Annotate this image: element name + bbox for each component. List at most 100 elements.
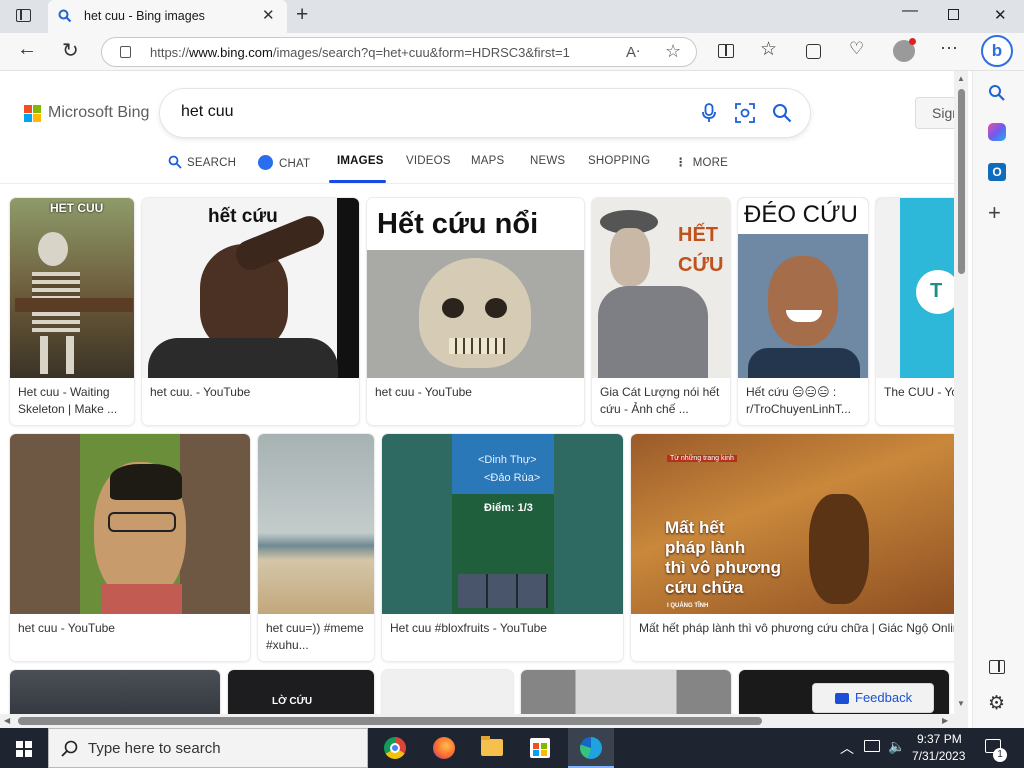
result-thumbnail[interactable]	[521, 670, 731, 714]
result-caption[interactable]: Mất hết pháp lành thì vô phương cứu chữa…	[639, 620, 960, 637]
vertical-scroll-thumb[interactable]	[958, 89, 965, 274]
result-thumbnail[interactable]: LỜ CỨU	[228, 670, 374, 714]
microphone-icon[interactable]	[701, 103, 717, 123]
result-caption[interactable]: het cuu. - YouTube	[150, 384, 250, 401]
image-result-card[interactable]: HET CUU Het cuu - Waiting Skeleton | Mak…	[10, 198, 134, 425]
favorites-icon[interactable]: ☆	[760, 38, 777, 61]
image-result-card[interactable]: hết cứu het cuu. - YouTube	[142, 198, 359, 425]
browser-essentials-icon[interactable]: ♡	[849, 39, 864, 59]
result-caption[interactable]: The CUU - Yo	[884, 384, 958, 401]
sidebar-settings-gear-icon[interactable]: ⚙	[988, 692, 1005, 715]
result-thumbnail[interactable]	[10, 670, 220, 714]
favorite-star-icon[interactable]: ☆	[665, 41, 681, 62]
url-text[interactable]: https://www.bing.com/images/search?q=het…	[150, 45, 570, 60]
chat-icon	[258, 155, 273, 170]
result-thumbnail[interactable]	[10, 434, 250, 614]
search-submit-icon[interactable]	[772, 103, 792, 123]
network-icon[interactable]	[864, 740, 880, 752]
tab-images[interactable]: IMAGES	[337, 155, 384, 167]
result-caption[interactable]: het cuu=)) #meme #xuhu...	[266, 620, 364, 654]
tab-shopping[interactable]: SHOPPING	[588, 155, 650, 167]
result-thumbnail[interactable]: ĐÉO CỨU	[738, 198, 868, 378]
result-thumbnail[interactable]: Từ những trang kinh Mất hết pháp lành th…	[631, 434, 968, 614]
result-caption[interactable]: Het cuu - Waiting Skeleton | Make ...	[18, 384, 117, 418]
scroll-left-icon[interactable]: ◀	[4, 716, 10, 725]
profile-avatar[interactable]	[893, 38, 916, 62]
tab-chat[interactable]: CHAT	[258, 155, 310, 170]
result-thumbnail[interactable]	[258, 434, 374, 614]
microsoft365-icon[interactable]	[988, 123, 1006, 141]
search-box[interactable]: het cuu	[160, 89, 810, 137]
result-thumbnail[interactable]: Hết cứu nổi	[367, 198, 584, 378]
tab-maps[interactable]: MAPS	[471, 155, 504, 167]
clock-time[interactable]: 9:37 PM	[917, 732, 962, 746]
result-thumbnail[interactable]: HẾT CỨU	[592, 198, 730, 378]
microsoft-store-icon[interactable]	[530, 738, 550, 758]
result-caption[interactable]: het cuu - YouTube	[375, 384, 472, 401]
volume-icon[interactable]: 🔈	[888, 738, 905, 755]
file-explorer-icon[interactable]	[481, 736, 503, 756]
hide-sidebar-icon[interactable]	[989, 660, 1005, 674]
result-caption[interactable]: het cuu - YouTube	[18, 620, 115, 637]
tab-news[interactable]: NEWS	[530, 155, 565, 167]
close-window-icon[interactable]: ✕	[994, 6, 1007, 24]
image-result-card[interactable]: het cuu - YouTube	[10, 434, 250, 661]
minimize-icon[interactable]: —	[902, 2, 918, 20]
show-hidden-icons-chevron[interactable]: ︿	[840, 738, 854, 758]
result-thumbnail[interactable]: <Dinh Thự> <Đảo Rùa> Điểm: 1/3	[382, 434, 623, 614]
search-icon	[61, 740, 78, 757]
chrome-icon[interactable]	[384, 737, 406, 759]
thumbnail-overlay-text: HẾT CỨU	[678, 224, 724, 276]
scroll-down-icon[interactable]: ▼	[957, 699, 965, 708]
image-result-card[interactable]: Hết cứu nổi het cuu - YouTube	[367, 198, 584, 425]
image-result-card[interactable]: ĐÉO CỨU Hết cứu 😑😑😑 : r/TroChuyenLinhT..…	[738, 198, 868, 425]
split-screen-icon[interactable]	[718, 44, 734, 58]
tab-search[interactable]: SEARCH	[168, 155, 236, 169]
horizontal-scrollbar[interactable]: ◀ ▶	[0, 714, 968, 728]
scroll-right-icon[interactable]: ▶	[942, 716, 948, 725]
result-caption[interactable]: Hết cứu 😑😑😑 : r/TroChuyenLinhT...	[746, 384, 851, 418]
lock-icon[interactable]	[120, 46, 131, 58]
collections-icon[interactable]	[806, 44, 821, 59]
image-result-card[interactable]	[10, 670, 220, 714]
horizontal-scroll-thumb[interactable]	[18, 717, 762, 725]
tab-actions-icon[interactable]	[16, 9, 31, 22]
search-icon[interactable]	[988, 84, 1006, 102]
active-browser-tab[interactable]: het cuu - Bing images ✕	[48, 0, 287, 33]
close-tab-icon[interactable]: ✕	[262, 6, 275, 24]
copilot-icon[interactable]: b	[981, 35, 1013, 67]
image-result-card[interactable]: <Dinh Thự> <Đảo Rùa> Điểm: 1/3 Het cuu #…	[382, 434, 623, 661]
windows-start-icon[interactable]	[16, 741, 32, 757]
new-tab-button[interactable]: +	[296, 3, 308, 27]
visual-search-icon[interactable]	[735, 103, 755, 123]
back-icon[interactable]: ←	[17, 38, 37, 61]
image-result-card[interactable]	[382, 670, 513, 714]
clock-date[interactable]: 7/31/2023	[912, 749, 965, 763]
refresh-icon[interactable]: ↻	[62, 38, 79, 63]
result-caption[interactable]: Gia Cát Lượng nói hết cứu - Ảnh chế ...	[600, 384, 719, 418]
image-result-card[interactable]	[521, 670, 731, 714]
outlook-icon[interactable]: O	[988, 163, 1006, 181]
result-thumbnail[interactable]: HET CUU	[10, 198, 134, 378]
feedback-button[interactable]: Feedback	[812, 683, 934, 713]
result-thumbnail[interactable]: hết cứu	[142, 198, 359, 378]
scroll-up-icon[interactable]: ▲	[957, 74, 965, 83]
settings-more-icon[interactable]: ···	[940, 37, 958, 58]
tab-more[interactable]: ⋮ MORE	[675, 155, 728, 169]
result-thumbnail[interactable]	[382, 670, 513, 714]
add-sidebar-app-icon[interactable]: +	[988, 200, 1001, 226]
result-caption[interactable]: Het cuu #bloxfruits - YouTube	[390, 620, 547, 637]
edge-taskbar-active-bg[interactable]	[568, 728, 614, 768]
restore-icon[interactable]	[948, 9, 959, 20]
image-result-card[interactable]: het cuu=)) #meme #xuhu...	[258, 434, 374, 661]
taskbar-search-box[interactable]: Type here to search	[48, 728, 368, 768]
image-result-card[interactable]: LỜ CỨU	[228, 670, 374, 714]
image-result-card[interactable]: Từ những trang kinh Mất hết pháp lành th…	[631, 434, 968, 661]
tab-videos[interactable]: VIDEOS	[406, 155, 451, 167]
image-result-card[interactable]: HẾT CỨU Gia Cát Lượng nói hết cứu - Ảnh …	[592, 198, 730, 425]
read-aloud-icon[interactable]: Aᐧ	[626, 43, 640, 61]
vertical-scrollbar[interactable]: ▲ ▼	[954, 71, 968, 714]
address-bar[interactable]: https://www.bing.com/images/search?q=het…	[101, 37, 697, 67]
firefox-icon[interactable]	[433, 737, 455, 759]
search-input[interactable]: het cuu	[181, 103, 233, 121]
